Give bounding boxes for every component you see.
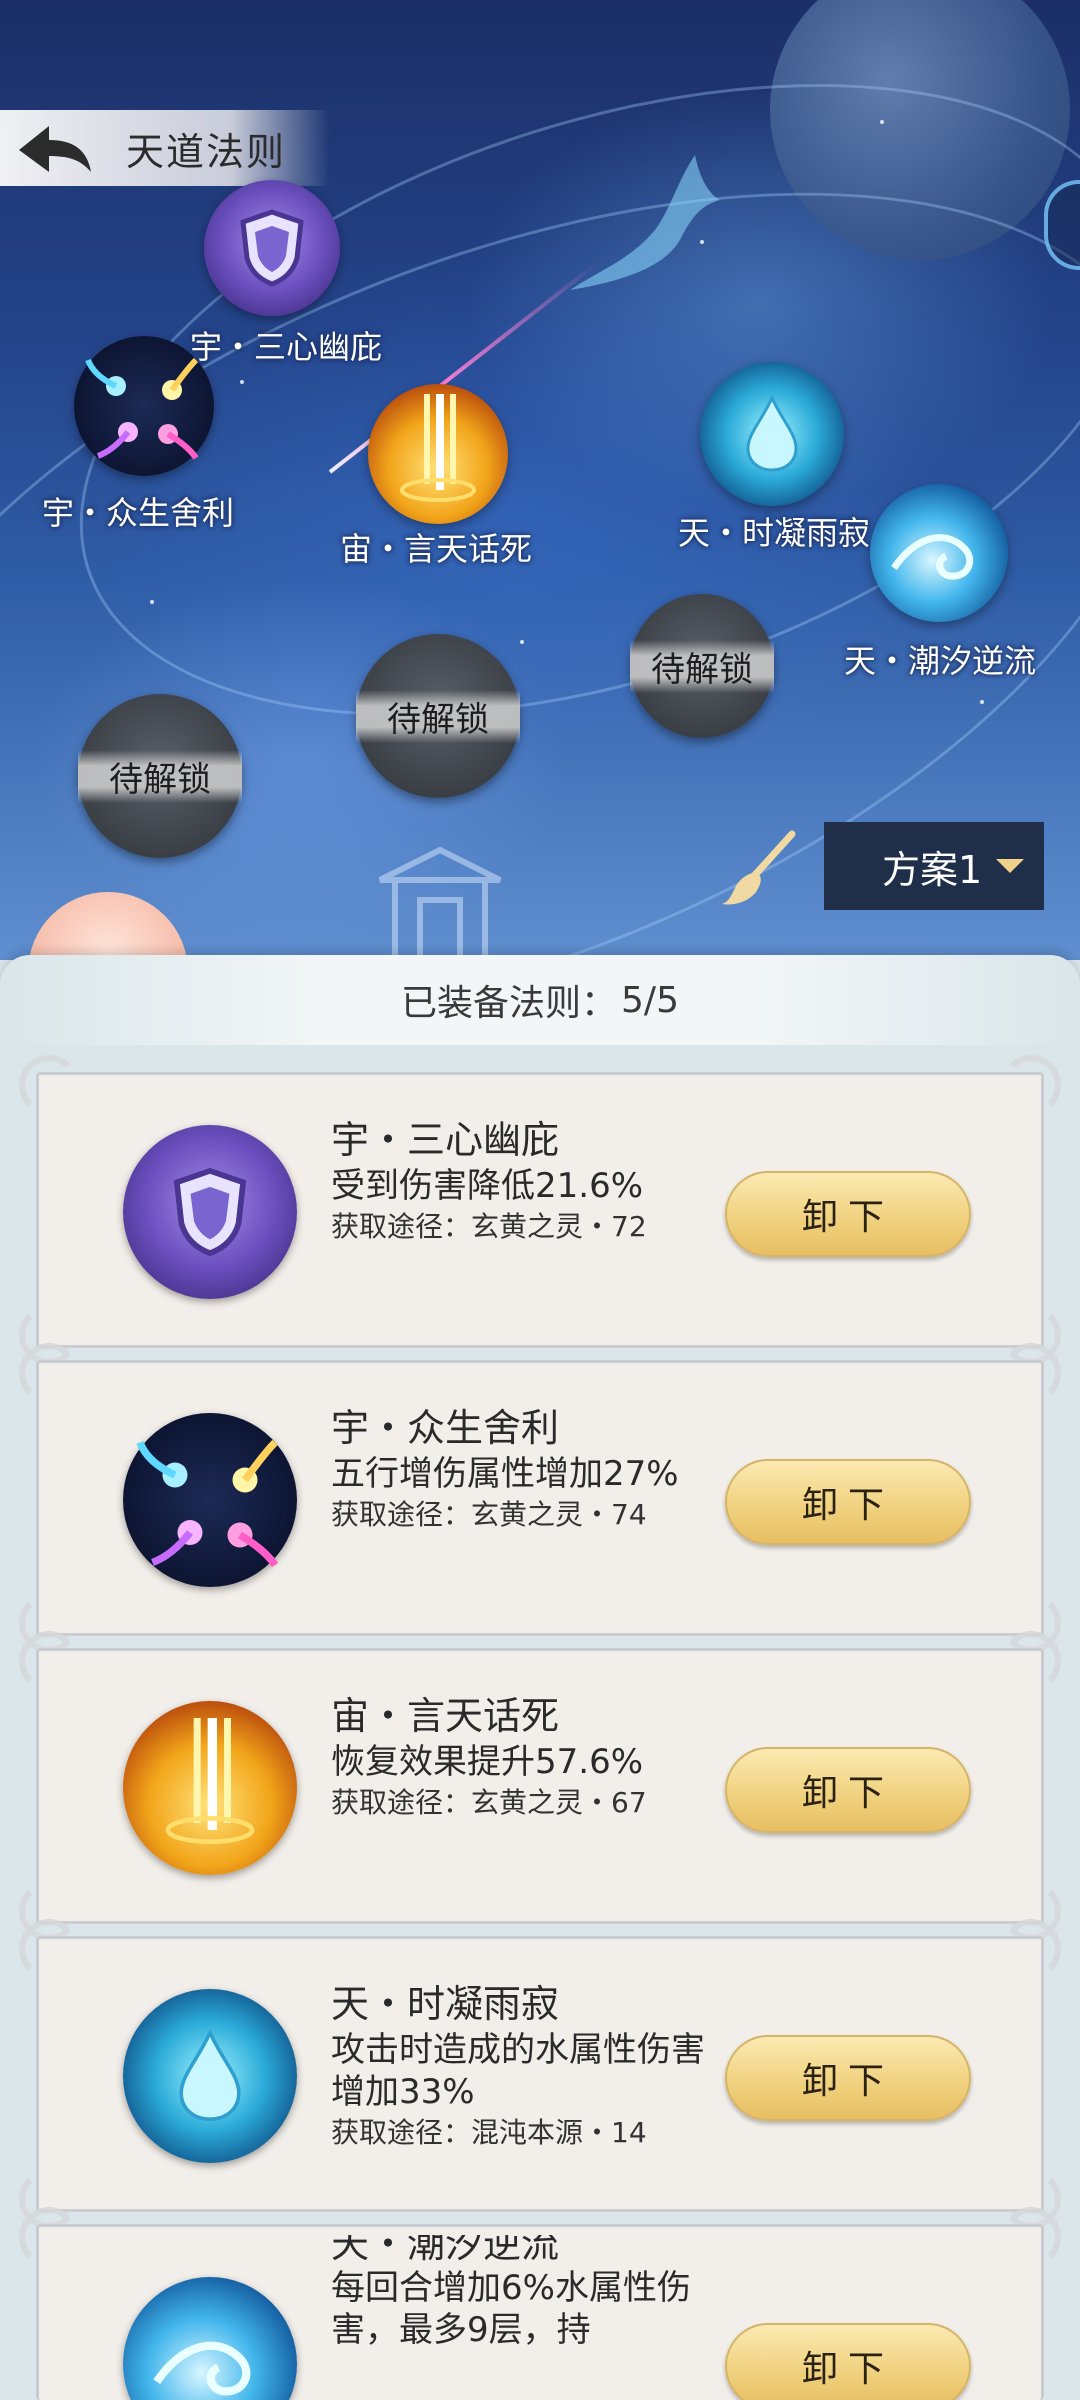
unequip-label: 卸下 bbox=[801, 1197, 894, 1238]
node-orb-zhongsheng[interactable] bbox=[74, 336, 214, 476]
node-orb-shining[interactable] bbox=[700, 362, 844, 506]
rule-effect: 五行增伤属性增加27% bbox=[331, 1454, 679, 1494]
rule-icon bbox=[123, 1413, 297, 1587]
shield-icon bbox=[240, 209, 304, 287]
rule-name: 天・潮汐逆流 bbox=[331, 2235, 560, 2263]
unequip-label: 卸下 bbox=[801, 1485, 894, 1526]
rule-name: 宇・三心幽庇 bbox=[331, 1118, 560, 1162]
node-label: 宙・言天话死 bbox=[339, 530, 533, 568]
locked-label: 待解锁 bbox=[630, 639, 774, 693]
back-button[interactable] bbox=[0, 110, 110, 186]
node-label: 天・潮汐逆流 bbox=[843, 642, 1037, 680]
unequip-label: 卸下 bbox=[801, 2061, 894, 2102]
shield-icon bbox=[173, 1167, 247, 1257]
pavilion-icon bbox=[378, 846, 502, 960]
rule-card: 宇・众生舍利 五行增伤属性增加27% 获取途径：玄黄之灵・74 卸下 bbox=[19, 1343, 1061, 1653]
whale-icon bbox=[570, 155, 720, 290]
rule-name: 宙・言天话死 bbox=[331, 1694, 560, 1738]
node-label: 宇・三心幽庇 bbox=[189, 328, 383, 366]
rule-card: 宇・三心幽庇 受到伤害降低21.6% 获取途径：玄黄之灵・72 卸下 bbox=[19, 1055, 1061, 1365]
unequip-button[interactable]: 卸下 bbox=[725, 2035, 971, 2121]
rule-effect: 每回合增加6%水属性伤害，最多9层，持 bbox=[331, 2268, 691, 2350]
comet-swirl-icon bbox=[136, 1439, 279, 1568]
chevron-down-icon bbox=[996, 859, 1024, 873]
comet-swirl-icon bbox=[85, 357, 199, 460]
rule-name: 天・时凝雨寂 bbox=[331, 1982, 560, 2026]
water-drop-icon bbox=[179, 2028, 241, 2122]
brush-icon[interactable] bbox=[720, 830, 798, 908]
equipped-label: 已装备法则： bbox=[401, 983, 618, 1024]
scheme-label: 方案1 bbox=[882, 847, 983, 892]
locked-node[interactable]: 待解锁 bbox=[78, 694, 242, 858]
rule-effect: 攻击时造成的水属性伤害增加33% bbox=[331, 2030, 705, 2112]
rule-icon bbox=[123, 1125, 297, 1299]
rule-icon bbox=[123, 2277, 297, 2400]
wave-icon bbox=[153, 2341, 251, 2396]
rule-source: 获取途径：玄黄之灵・72 bbox=[331, 1210, 647, 1243]
panel-header: 已装备法则： 5/5 bbox=[0, 955, 1080, 1045]
unequip-button[interactable]: 卸下 bbox=[725, 1459, 971, 1545]
wave-icon bbox=[891, 534, 974, 580]
node-orb-chaoxi[interactable] bbox=[870, 484, 1008, 622]
rule-source: 获取途径：混沌本源・14 bbox=[331, 2116, 647, 2149]
rule-source: 获取途径：玄黄之灵・74 bbox=[331, 1498, 647, 1531]
page-title: 天道法则 bbox=[126, 129, 287, 174]
locked-label: 待解锁 bbox=[78, 749, 242, 803]
rule-source: 获取途径：玄黄之灵・67 bbox=[331, 1786, 647, 1819]
node-orb-sanxin[interactable] bbox=[204, 180, 340, 316]
light-pillar-icon bbox=[165, 1718, 255, 1844]
equipped-count: 5/5 bbox=[621, 979, 679, 1021]
locked-node[interactable]: 待解锁 bbox=[630, 594, 774, 738]
rule-card: 天・时凝雨寂 攻击时造成的水属性伤害增加33% 获取途径：混沌本源・14 卸下 bbox=[19, 1919, 1061, 2229]
rule-card: 天・潮汐逆流 每回合增加6%水属性伤害，最多9层，持 卸下 bbox=[19, 2207, 1061, 2400]
unequip-button[interactable]: 卸下 bbox=[725, 2323, 971, 2400]
rule-card: 宙・言天话死 恢复效果提升57.6% 获取途径：玄黄之灵・67 卸下 bbox=[19, 1631, 1061, 1941]
node-orb-yantian[interactable] bbox=[368, 384, 508, 524]
scheme-dropdown[interactable]: 方案1 bbox=[824, 822, 1044, 910]
unequip-label: 卸下 bbox=[801, 1773, 894, 1814]
rule-icon bbox=[123, 1701, 297, 1875]
node-label: 天・时凝雨寂 bbox=[677, 514, 871, 552]
rule-name: 宇・众生舍利 bbox=[331, 1406, 560, 1450]
node-label: 宇・众生舍利 bbox=[41, 494, 235, 532]
back-arrow-icon bbox=[19, 126, 91, 172]
unequip-button[interactable]: 卸下 bbox=[725, 1171, 971, 1257]
rule-effect: 受到伤害降低21.6% bbox=[331, 1166, 644, 1206]
rule-icon bbox=[123, 1989, 297, 2163]
light-pillar-icon bbox=[400, 394, 476, 502]
unequip-label: 卸下 bbox=[801, 2349, 894, 2390]
water-drop-icon bbox=[746, 394, 798, 472]
locked-node[interactable]: 待解锁 bbox=[356, 634, 520, 798]
title-bar: 天道法则 bbox=[0, 110, 330, 186]
rule-effect: 恢复效果提升57.6% bbox=[331, 1742, 644, 1782]
locked-label: 待解锁 bbox=[356, 689, 520, 743]
unequip-button[interactable]: 卸下 bbox=[725, 1747, 971, 1833]
